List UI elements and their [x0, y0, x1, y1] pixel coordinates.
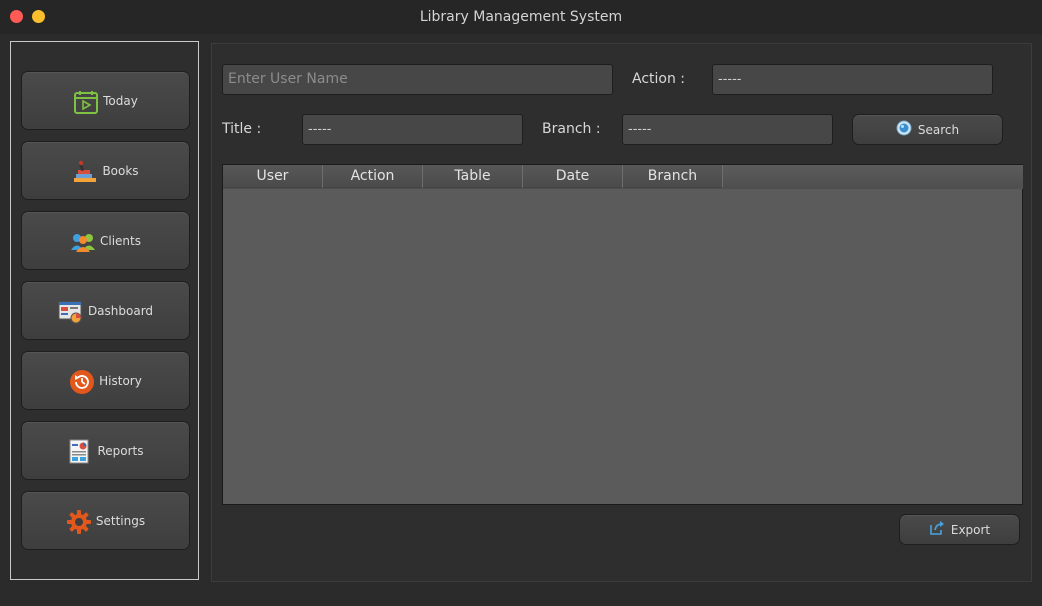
user-name-input[interactable] — [222, 64, 613, 95]
sidebar-item-today[interactable]: Today — [21, 71, 190, 130]
column-header-action[interactable]: Action — [323, 165, 423, 188]
sidebar-item-label: Dashboard — [87, 303, 154, 318]
sidebar-item-label: History — [99, 373, 142, 388]
export-button-label: Export — [950, 522, 991, 537]
calendar-icon — [73, 89, 99, 114]
sidebar-item-settings[interactable]: Settings — [21, 491, 190, 550]
sidebar-item-dashboard[interactable]: Dashboard — [21, 281, 190, 340]
export-button[interactable]: Export — [899, 514, 1020, 545]
sidebar-item-label: Clients — [100, 233, 141, 248]
column-header-branch[interactable]: Branch — [623, 165, 723, 188]
column-header-table[interactable]: Table — [423, 165, 523, 188]
window-title: Library Management System — [419, 9, 623, 25]
sidebar-item-label: Settings — [95, 513, 146, 528]
sidebar-item-label: Reports — [97, 443, 144, 458]
title-bar: Library Management System — [0, 0, 1042, 34]
column-header-date[interactable]: Date — [523, 165, 623, 188]
sidebar-item-reports[interactable]: Reports — [21, 421, 190, 480]
sidebar-item-label: Books — [102, 163, 139, 178]
history-table[interactable]: User Action Table Date Branch — [222, 164, 1023, 505]
search-button[interactable]: Search — [852, 114, 1003, 145]
column-header-user[interactable]: User — [223, 165, 323, 188]
dashboard-icon — [58, 299, 82, 323]
title-label: Title : — [222, 121, 262, 137]
title-field[interactable] — [302, 114, 523, 145]
sidebar-item-history[interactable]: History — [21, 351, 190, 410]
books-icon — [72, 159, 97, 183]
sidebar: Today Books Clients Dashboard History Re… — [10, 41, 199, 580]
sidebar-item-clients[interactable]: Clients — [21, 211, 190, 270]
search-button-label: Search — [917, 122, 960, 137]
branch-label: Branch : — [542, 121, 601, 137]
action-label: Action : — [632, 71, 686, 87]
export-icon — [929, 520, 945, 539]
sidebar-item-label: Today — [103, 93, 138, 108]
search-icon — [896, 120, 912, 139]
history-icon — [69, 369, 95, 394]
table-header: User Action Table Date Branch — [223, 165, 1023, 189]
branch-field[interactable] — [622, 114, 833, 145]
reports-icon — [67, 439, 91, 463]
clients-icon — [70, 229, 95, 253]
action-field[interactable] — [712, 64, 993, 95]
gear-icon — [66, 509, 91, 534]
sidebar-item-books[interactable]: Books — [21, 141, 190, 200]
